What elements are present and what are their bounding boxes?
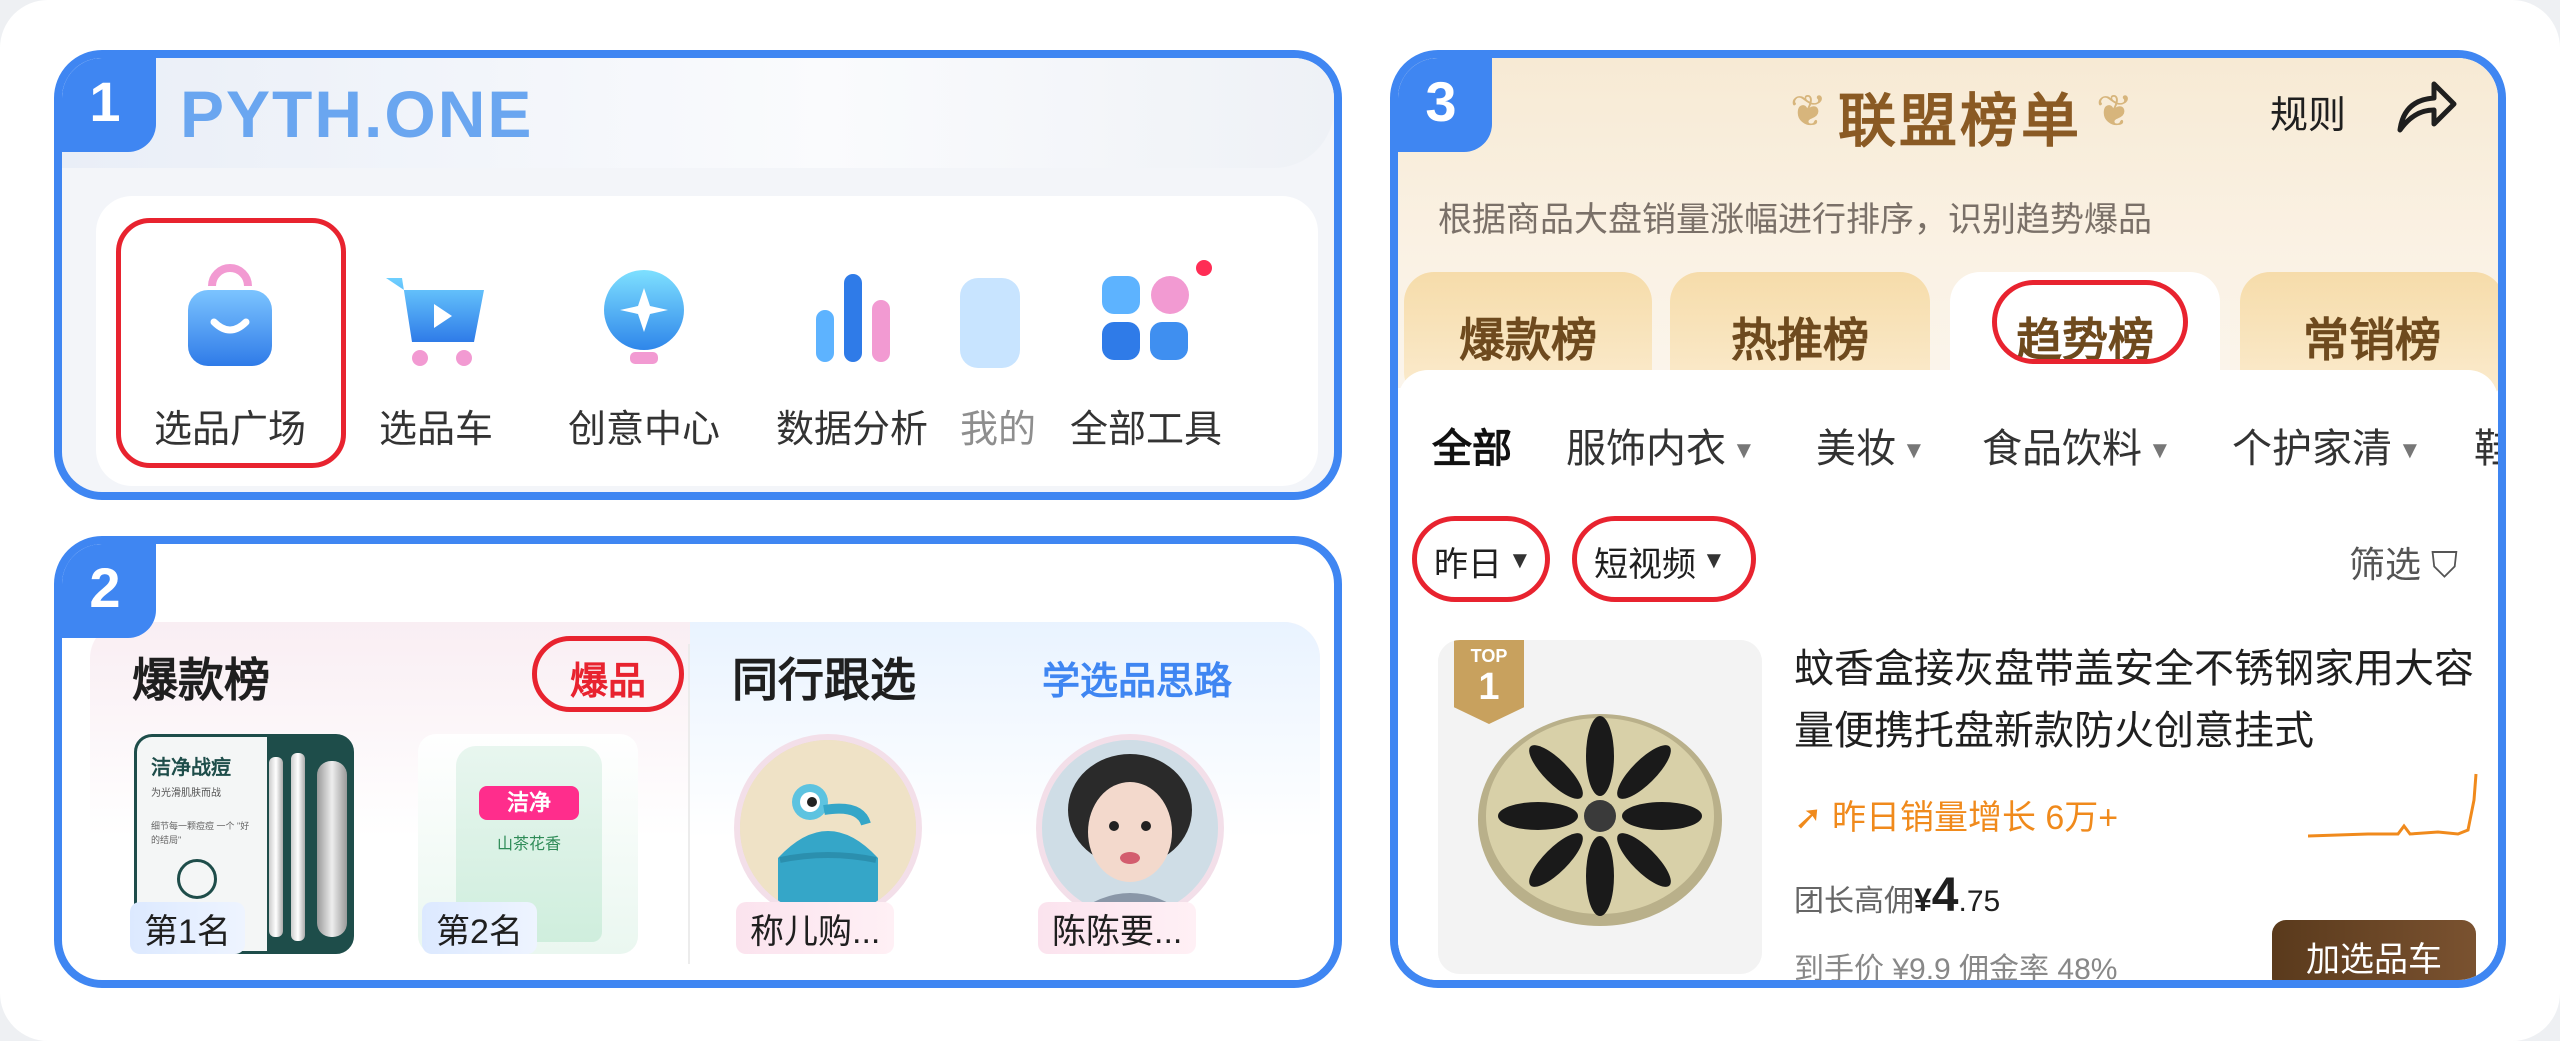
badge-rank-number: 1 [1478, 666, 1500, 708]
rank-label: 第2名 [422, 902, 537, 954]
chip-label: 昨日 [1434, 545, 1502, 584]
product-image[interactable]: TOP 1 [1438, 640, 1762, 974]
category-food[interactable]: 食品饮料 ▼ [1982, 416, 2172, 474]
peer-select-title[interactable]: 同行跟选 [732, 644, 916, 710]
share-icon[interactable] [2394, 76, 2458, 136]
price-meta: 到手价 ¥9.9 佣金率 48% [1794, 953, 2118, 986]
tool-my[interactable]: 我的 [960, 256, 1040, 453]
creator-name: 陈陈要... [1038, 902, 1197, 954]
category-label: 美妆 [1816, 427, 1896, 471]
hot-product-tag[interactable]: 爆品 [570, 650, 646, 705]
caret-down-icon: ▼ [1732, 437, 1756, 465]
panel-tools: 1 PYTH.ONE 选品广场 选品车 创意中心 数据分析 我的 全部工具 [54, 50, 1342, 500]
commission-label: 团长高佣 [1794, 885, 1914, 918]
add-to-selection-button[interactable]: 加选品车 [2272, 920, 2476, 980]
hot-rank-title[interactable]: 爆款榜 [132, 644, 270, 710]
tool-creative-center[interactable]: 创意中心 [544, 256, 744, 453]
chip-label: 短视频 [1594, 545, 1696, 584]
tool-label: 选品广场 [153, 409, 306, 451]
category-label: 个护家清 [2232, 427, 2392, 471]
page-subtitle: 根据商品大盘销量涨幅进行排序，识别趋势爆品 [1438, 201, 2152, 239]
tool-label: 我的 [960, 409, 1037, 451]
profile-icon [960, 256, 1020, 376]
rank-label: 第1名 [130, 902, 245, 954]
brand-logo: PYTH.ONE [180, 77, 534, 151]
tool-label: 全部工具 [1069, 409, 1222, 451]
divider [688, 644, 690, 964]
panel-header: PYTH.ONE [62, 58, 1334, 168]
app-grid-icon [1086, 256, 1212, 376]
filter-button[interactable]: 筛选 ⛉ [2349, 536, 2458, 588]
tool-label: 数据分析 [775, 409, 928, 451]
caret-down-icon: ▼ [2398, 437, 2422, 465]
caret-down-icon: ▼ [1902, 437, 1926, 465]
creator-avatar[interactable] [1036, 734, 1224, 922]
period-selector[interactable]: 昨日 ▼ [1434, 532, 1532, 590]
learn-selection-link[interactable]: 学选品思路 [1042, 650, 1232, 705]
content-type-selector[interactable]: 短视频 ▼ [1594, 532, 1726, 590]
sales-growth: ➚ 昨日销量增长 6万+ [1794, 790, 2118, 839]
panel-number: 1 [62, 58, 156, 152]
category-shoes[interactable]: 鞋 [2474, 416, 2498, 474]
currency-symbol: ¥ [1914, 882, 1932, 918]
package-text: 洁净战痘 [151, 757, 231, 779]
caret-down-icon: ▼ [1702, 547, 1726, 574]
trend-up-icon: ➚ [1794, 799, 1823, 837]
funnel-icon: ⛉ [2430, 544, 2458, 585]
category-beauty[interactable]: 美妆 ▼ [1816, 416, 1926, 474]
laurel-right-icon: ❦ [2096, 87, 2133, 136]
creator-avatar[interactable] [734, 734, 922, 922]
lightbulb-icon [584, 256, 704, 376]
laurel-left-icon: ❦ [1790, 87, 1827, 136]
top-rank-badge: TOP 1 [1454, 640, 1524, 724]
category-label: 服饰内衣 [1566, 427, 1726, 471]
filter-label: 筛选 [2348, 544, 2421, 585]
package-note: 细节每一颗痘痘 一个 "好的结局" [151, 821, 250, 845]
tool-label: 创意中心 [567, 409, 720, 451]
tool-select-square[interactable]: 选品广场 [130, 256, 330, 453]
price-integer: 4 [1931, 869, 1959, 922]
badge-top-text: TOP [1470, 646, 1508, 666]
caret-down-icon: ▼ [1508, 547, 1532, 574]
page-title: 联盟榜单 [1838, 89, 2083, 154]
rules-link[interactable]: 规则 [2270, 84, 2346, 139]
list-body: 全部 服饰内衣▼ 美妆▼ 食品饮料▼ 个护家清▼ 鞋 昨日▼ 短视频▼ 筛选 ⛉ [1398, 370, 2498, 986]
panel-number: 3 [1398, 58, 1492, 152]
package-subtext: 山茶花香 [496, 836, 561, 853]
tool-label: 选品车 [378, 409, 493, 451]
category-personal-care[interactable]: 个护家清 ▼ [2232, 416, 2422, 474]
caret-down-icon: ▼ [2148, 437, 2172, 465]
tool-select-cart[interactable]: 选品车 [336, 256, 536, 453]
package-subtext: 为光滑肌肤而战 [151, 788, 221, 799]
creator-name: 称儿购... [736, 902, 895, 954]
category-label: 食品饮料 [1982, 427, 2142, 471]
panel-alliance-list: 3 ❦ 联盟榜单 ❦ 规则 根据商品大盘销量涨幅进行排序，识别趋势爆品 爆款榜 … [1390, 50, 2506, 988]
category-apparel[interactable]: 服饰内衣 ▼ [1566, 416, 1756, 474]
tool-all-tools[interactable]: 全部工具 [1046, 256, 1246, 453]
package-text: 洁净 [479, 786, 579, 820]
tool-data-analysis[interactable]: 数据分析 [752, 256, 952, 453]
tool-card: 选品广场 选品车 创意中心 数据分析 我的 全部工具 [96, 196, 1318, 486]
panel-number: 2 [62, 544, 156, 638]
category-all[interactable]: 全部 [1432, 416, 1512, 474]
shopping-cart-icon [376, 256, 496, 376]
price-decimal: .75 [1958, 885, 2001, 918]
notification-dot [1196, 260, 1212, 276]
panel-rankings: 2 爆款榜 爆品 同行跟选 学选品思路 洁净战痘 为光滑肌肤而战 细节每一颗痘痘… [54, 536, 1342, 988]
sales-sparkline [2308, 773, 2478, 838]
growth-text: 昨日销量增长 6万+ [1831, 799, 2119, 837]
commission-price: 团长高佣¥4.75 [1794, 868, 2000, 923]
product-title[interactable]: 蚊香盒接灰盘带盖安全不锈钢家用大容量便携托盘新款防火创意挂式 [1794, 638, 2474, 762]
shopping-bag-icon [170, 256, 290, 376]
bar-chart-icon [792, 256, 912, 376]
seal-icon [177, 859, 217, 899]
